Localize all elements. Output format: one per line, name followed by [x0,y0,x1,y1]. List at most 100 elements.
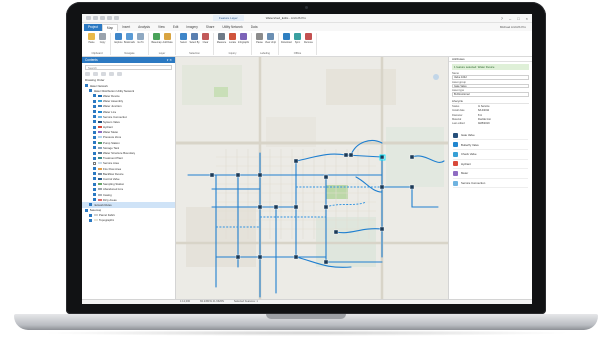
tab-share[interactable]: Share [202,24,219,31]
attribute-field-input[interactable]: Valve 1042 [452,75,529,80]
feature-template-item[interactable]: Check Valve [453,150,528,160]
data-source-icon[interactable] [93,72,98,76]
layer-visibility-checkbox[interactable] [93,110,96,114]
layer-visibility-checkbox[interactable] [93,151,96,155]
drawing-order-icon[interactable] [85,72,90,76]
open-project-icon[interactable] [93,16,98,20]
layer-visibility-checkbox[interactable] [93,99,96,103]
help-icon[interactable]: ? [501,16,503,21]
layer-visibility-checkbox[interactable] [93,161,96,165]
go-to-button[interactable]: Go To [136,33,145,44]
tab-analysis[interactable]: Analysis [134,24,154,31]
remove-button[interactable]: Remove [304,33,313,44]
layer-symbol-icon [97,193,102,196]
select-button[interactable]: Select [179,33,188,44]
locate-button[interactable]: Locate [228,33,237,44]
tab-utility-network[interactable]: Utility Network [218,24,246,31]
paste-button[interactable]: Paste [87,33,96,44]
quick-access-toolbar [86,16,119,20]
tab-imagery[interactable]: Imagery [182,24,202,31]
snapping-list-icon[interactable] [117,72,122,76]
layer-visibility-checkbox[interactable] [93,177,96,181]
map-view[interactable] [176,57,448,299]
add-data-button[interactable]: Add Data [163,33,172,44]
layer-visibility-checkbox[interactable] [93,135,96,139]
minimize-icon[interactable]: – [509,16,511,21]
bookmarks-button[interactable]: Bookmarks [124,33,135,44]
pin-icon[interactable]: ▾ ✕ [167,57,172,63]
layer-visibility-checkbox[interactable] [85,84,88,88]
layer-visibility-checkbox[interactable] [93,156,96,160]
close-icon[interactable]: × [526,16,528,21]
layer-visibility-checkbox[interactable] [89,213,92,217]
view-unplaced-button[interactable]: View Unplaced [265,33,276,44]
attribute-value[interactable]: 9/28/2019 [478,122,490,126]
selection-list-icon[interactable] [101,72,106,76]
water-device-marker [293,254,299,260]
feature-template-label: Gate Valve [461,133,475,138]
layer-visibility-checkbox[interactable] [93,104,96,108]
map-canvas[interactable] [176,57,448,299]
download-map-icon [283,33,290,40]
layer-visibility-checkbox[interactable] [93,167,96,171]
contents-search-input[interactable]: Search [85,65,172,70]
tab-insert[interactable]: Insert [118,24,134,31]
layer-visibility-checkbox[interactable] [93,193,96,197]
attribute-field: Asset type Bi-Directional [452,89,529,97]
layer-visibility-checkbox[interactable] [93,120,96,124]
feature-template-item[interactable]: Meter [453,169,528,179]
layer-visibility-checkbox[interactable] [93,146,96,150]
tab-edit[interactable]: Edit [169,24,183,31]
attribute-field-input[interactable]: Bi-Directional [452,92,529,97]
layer-visibility-checkbox[interactable] [89,203,92,207]
tab-map[interactable]: Map [101,24,119,31]
layer-visibility-checkbox[interactable] [93,125,96,129]
layer-visibility-checkbox[interactable] [93,115,96,119]
layer-visibility-checkbox[interactable] [93,172,96,176]
sync-button[interactable]: Sync [293,33,302,44]
map-scale[interactable]: 1:12,000 [180,300,190,304]
copy-button[interactable]: Copy [98,33,107,44]
layer-row[interactable]: Topographic [82,218,175,223]
editing-list-icon[interactable] [109,72,114,76]
save-icon[interactable] [100,16,105,20]
feature-template-item[interactable]: Hydrant [453,160,528,170]
layer-visibility-checkbox[interactable] [85,208,88,212]
layer-symbol-icon [97,152,102,155]
maximize-icon[interactable]: □ [517,16,519,21]
select-by-button[interactable]: Select By [189,33,200,44]
attribute-field-input[interactable]: Gate Valve [452,83,529,89]
pause-button[interactable]: Pause [255,33,264,44]
layer-symbol-icon [97,120,102,123]
water-device-marker [379,184,385,190]
infographics-button[interactable]: Infographics [238,33,249,44]
measure-button[interactable]: Measure [217,33,226,44]
basemap-button[interactable]: Basemap [151,33,162,44]
layer-visibility-checkbox[interactable] [93,94,96,98]
tab-view[interactable]: View [154,24,169,31]
water-device-marker [235,254,241,260]
layer-symbol-icon [93,219,98,222]
undo-icon[interactable] [107,16,112,20]
clear-button[interactable]: Clear [201,33,210,44]
layer-visibility-checkbox[interactable] [93,130,96,134]
feature-template-item[interactable]: Gate Valve [453,131,528,141]
feature-template-item[interactable]: Butterfly Valve [453,140,528,150]
new-project-icon[interactable] [86,16,91,20]
selected-features-count[interactable]: Selected Features: 1 [234,300,258,304]
feature-template-item[interactable]: Service Connection [453,179,528,189]
layer-visibility-checkbox[interactable] [93,187,96,191]
ribbon-group-label: Navigate [124,52,135,55]
layer-visibility-checkbox[interactable] [93,141,96,145]
explore-button[interactable]: Explore [114,33,123,44]
layer-visibility-checkbox[interactable] [89,218,92,222]
signin-status[interactable]: Michael ArcGIS Pro [500,24,526,31]
tab-project[interactable]: Project [84,24,102,31]
redo-icon[interactable] [114,16,119,20]
tab-data[interactable]: Data [247,24,262,31]
download-map-button[interactable]: Download Map [281,33,292,44]
layer-visibility-checkbox[interactable] [89,89,92,93]
layer-visibility-checkbox[interactable] [93,182,96,186]
water-device-marker [257,172,263,178]
layer-visibility-checkbox[interactable] [93,198,96,202]
